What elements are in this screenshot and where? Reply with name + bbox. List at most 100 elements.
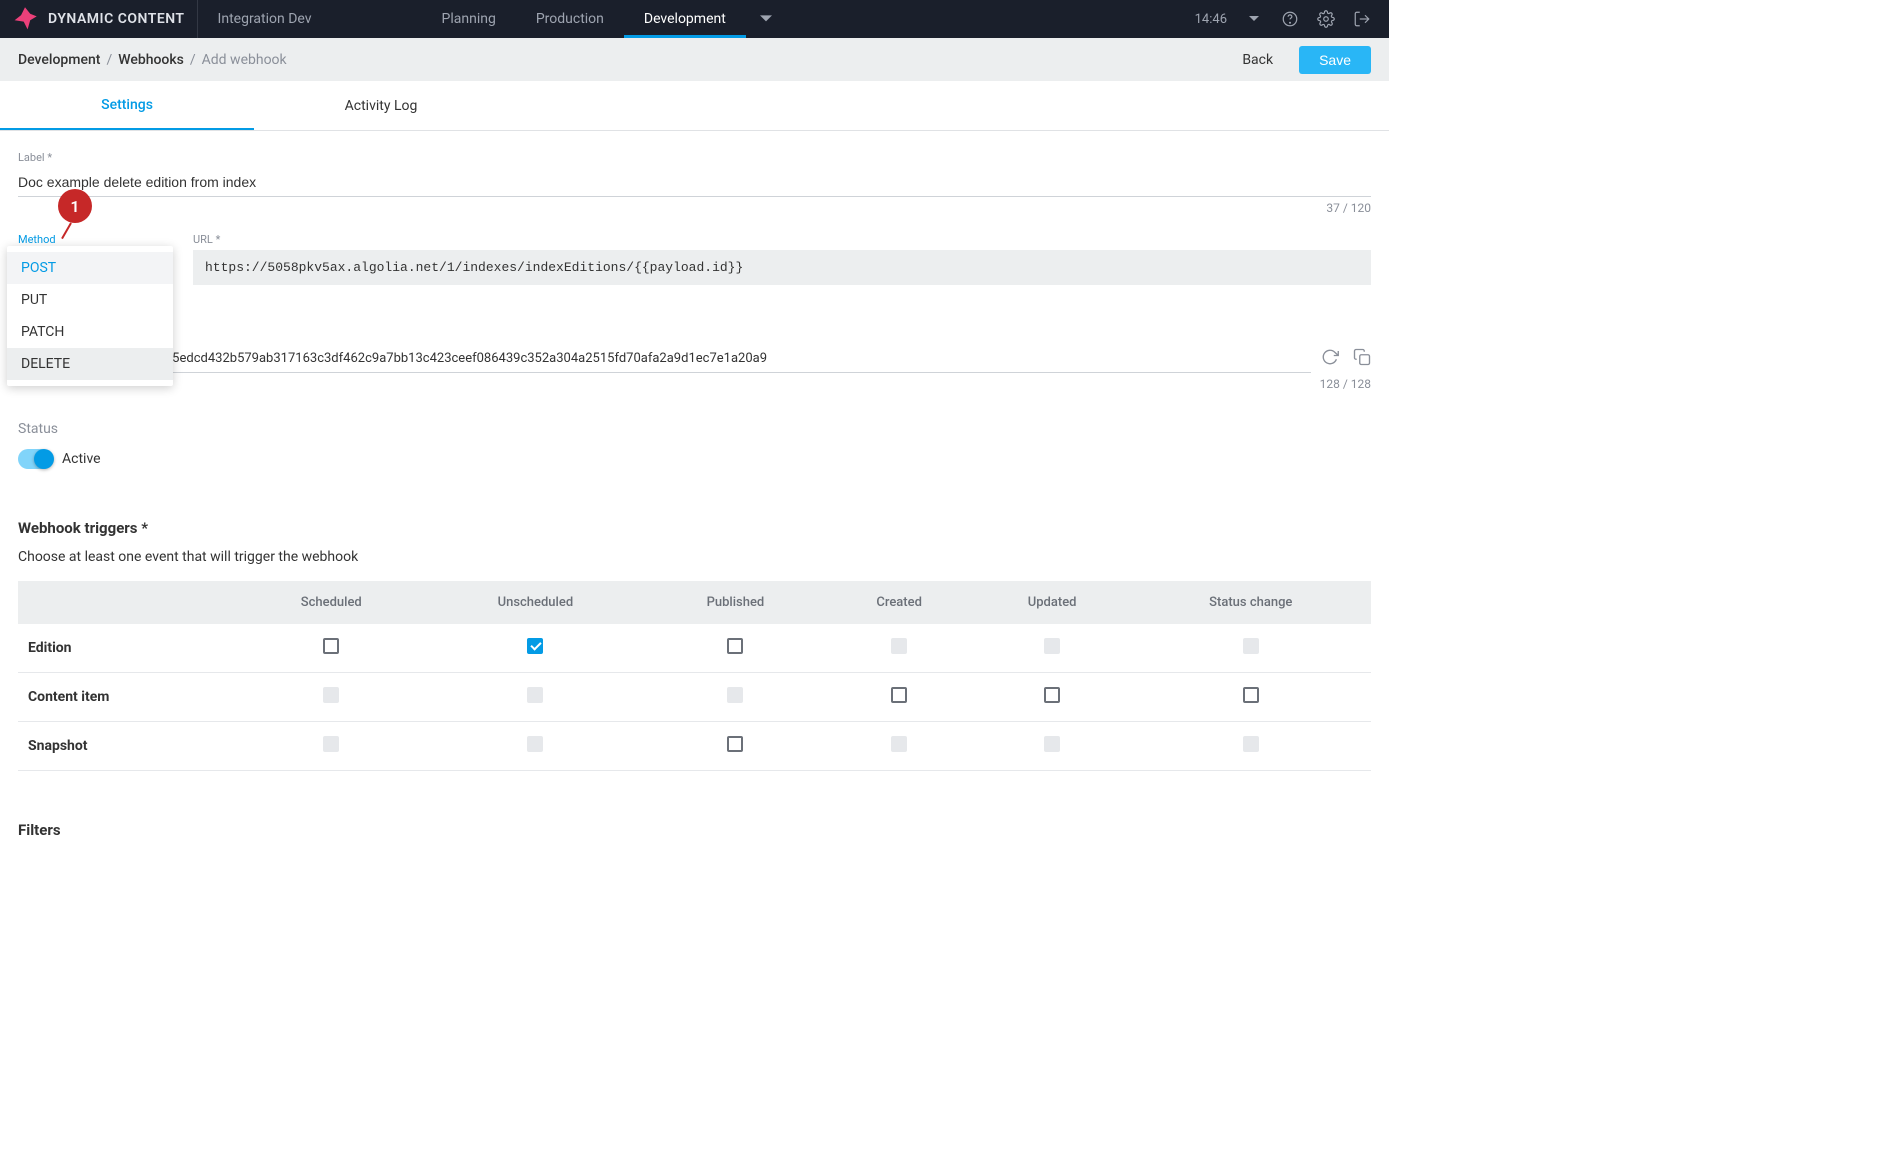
nav-tab-production[interactable]: Production: [516, 0, 624, 38]
method-url-row: Method POST PUT PATCH DELETE URL *: [18, 233, 1371, 285]
trigger-checkbox-disabled: [891, 736, 907, 752]
breadcrumb-sep: /: [106, 52, 112, 68]
triggers-table: Scheduled Unscheduled Published Created …: [18, 581, 1371, 771]
trigger-checkbox[interactable]: [727, 638, 743, 654]
trigger-checkbox-disabled: [527, 736, 543, 752]
trigger-cell: [646, 624, 824, 673]
status-toggle[interactable]: [18, 449, 52, 469]
url-field: URL *: [193, 233, 1371, 285]
secret-char-counter: 128 / 128: [18, 377, 1371, 391]
save-button[interactable]: Save: [1299, 46, 1371, 74]
trigger-cell: [238, 722, 425, 771]
brand-text: DYNAMIC CONTENT: [48, 11, 185, 27]
triggers-header-unscheduled: Unscheduled: [425, 581, 647, 624]
settings-icon[interactable]: [1317, 10, 1335, 28]
trigger-row-name: Snapshot: [18, 722, 238, 771]
clock: 14:46: [1195, 12, 1227, 27]
label-field: Label * 37 / 120: [18, 151, 1371, 215]
breadcrumb-mid[interactable]: Webhooks: [118, 52, 184, 68]
trigger-checkbox[interactable]: [1243, 687, 1259, 703]
nav-more-dropdown[interactable]: [746, 0, 786, 38]
breadcrumb-sep: /: [190, 52, 196, 68]
logout-icon[interactable]: [1353, 10, 1371, 28]
trigger-cell: [646, 673, 824, 722]
webhook-form: Label * 37 / 120 1 Method POST PUT PATCH…: [0, 131, 1389, 879]
trigger-cell: [974, 722, 1131, 771]
triggers-header-created: Created: [825, 581, 974, 624]
url-input[interactable]: [193, 250, 1371, 285]
time-dropdown-icon[interactable]: [1245, 10, 1263, 28]
triggers-header-published: Published: [646, 581, 824, 624]
trigger-cell: [974, 673, 1131, 722]
trigger-checkbox-disabled: [727, 687, 743, 703]
inner-tabs: Settings Activity Log: [0, 81, 1389, 131]
method-field: Method POST PUT PATCH DELETE: [18, 233, 175, 250]
trigger-cell: [425, 624, 647, 673]
label-input[interactable]: [18, 168, 1371, 197]
brand-area: DYNAMIC CONTENT: [0, 0, 198, 38]
trigger-checkbox[interactable]: [727, 736, 743, 752]
method-option-put[interactable]: PUT: [7, 284, 173, 316]
tab-settings[interactable]: Settings: [0, 81, 254, 130]
trigger-checkbox[interactable]: [1044, 687, 1060, 703]
breadcrumb-root[interactable]: Development: [18, 52, 100, 68]
annotation-marker-1: 1: [58, 189, 92, 223]
triggers-header-blank: [18, 581, 238, 624]
status-text: Active: [62, 451, 101, 467]
trigger-cell: [425, 673, 647, 722]
method-dropdown: POST PUT PATCH DELETE: [7, 246, 173, 386]
trigger-checkbox[interactable]: [527, 638, 543, 654]
method-field-label: Method: [18, 233, 175, 246]
trigger-cell: [825, 722, 974, 771]
method-option-delete[interactable]: DELETE: [7, 348, 173, 380]
trigger-row: Edition: [18, 624, 1371, 673]
brand-logo-icon: [12, 6, 38, 32]
method-option-post[interactable]: POST: [7, 252, 173, 284]
triggers-header-scheduled: Scheduled: [238, 581, 425, 624]
trigger-checkbox-disabled: [527, 687, 543, 703]
back-button[interactable]: Back: [1228, 46, 1287, 74]
annotation-number: 1: [70, 197, 79, 216]
trigger-checkbox-disabled: [323, 687, 339, 703]
breadcrumb-bar: Development / Webhooks / Add webhook Bac…: [0, 38, 1389, 81]
secret-row: '25b62e1aab9e95a984d145edcd432b579ab3171…: [18, 345, 1371, 373]
nav-tab-development[interactable]: Development: [624, 0, 746, 38]
triggers-title: Webhook triggers *: [18, 519, 1371, 537]
label-field-label: Label *: [18, 151, 1371, 164]
secret-value: '25b62e1aab9e95a984d145edcd432b579ab3171…: [18, 345, 1311, 373]
trigger-cell: [1131, 624, 1371, 673]
hub-selector[interactable]: Integration Dev: [198, 11, 332, 27]
breadcrumb-actions: Back Save: [1228, 46, 1371, 74]
trigger-checkbox-disabled: [891, 638, 907, 654]
trigger-cell: [238, 624, 425, 673]
trigger-checkbox[interactable]: [891, 687, 907, 703]
trigger-checkbox-disabled: [1044, 736, 1060, 752]
trigger-cell: [425, 722, 647, 771]
secret-actions: [1321, 348, 1371, 370]
trigger-cell: [1131, 673, 1371, 722]
status-toggle-row: Active: [18, 449, 1371, 469]
method-option-patch[interactable]: PATCH: [7, 316, 173, 348]
trigger-cell: [974, 624, 1131, 673]
copy-secret-icon[interactable]: [1353, 348, 1371, 370]
tab-activity-log[interactable]: Activity Log: [254, 81, 508, 130]
breadcrumb-current: Add webhook: [202, 52, 287, 68]
triggers-subtitle: Choose at least one event that will trig…: [18, 549, 1371, 565]
filters-title: Filters: [18, 821, 1371, 839]
nav-tab-planning[interactable]: Planning: [422, 0, 516, 38]
regenerate-secret-icon[interactable]: [1321, 348, 1339, 370]
trigger-cell: [1131, 722, 1371, 771]
trigger-cell: [646, 722, 824, 771]
trigger-row: Content item: [18, 673, 1371, 722]
help-icon[interactable]: [1281, 10, 1299, 28]
triggers-header-updated: Updated: [974, 581, 1131, 624]
trigger-checkbox-disabled: [1243, 736, 1259, 752]
trigger-cell: [238, 673, 425, 722]
triggers-header-status-change: Status change: [1131, 581, 1371, 624]
topbar-right: 14:46: [1177, 10, 1389, 28]
secret-field: '25b62e1aab9e95a984d145edcd432b579ab3171…: [18, 345, 1371, 391]
main-nav-tabs: Planning Production Development: [422, 0, 786, 38]
trigger-checkbox[interactable]: [323, 638, 339, 654]
trigger-cell: [825, 673, 974, 722]
trigger-row-name: Content item: [18, 673, 238, 722]
